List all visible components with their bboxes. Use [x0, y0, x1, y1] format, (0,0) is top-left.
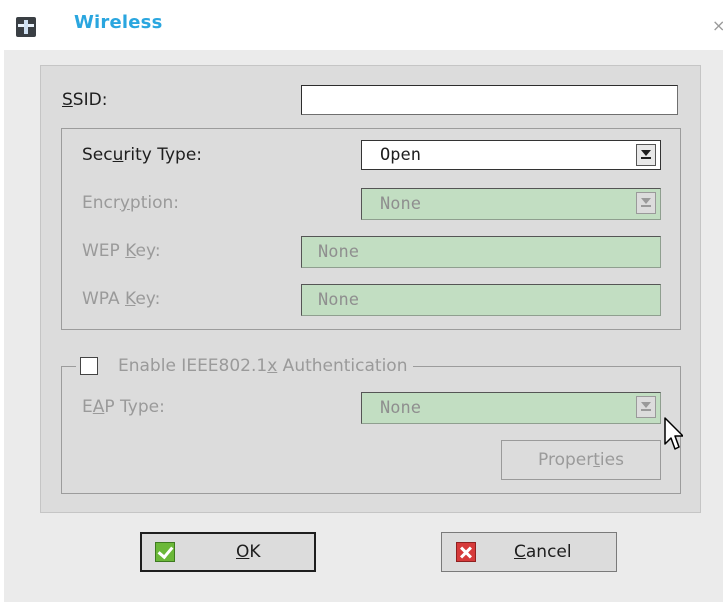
cancel-label: Cancel	[514, 542, 572, 562]
wep-key-label: WEP Key:	[82, 241, 161, 261]
cancel-button[interactable]: Cancel	[441, 532, 617, 572]
security-type-value: Open	[380, 145, 421, 165]
ssid-label: SSID:	[62, 90, 108, 110]
ok-button[interactable]: OK	[140, 532, 316, 572]
x-icon	[456, 542, 476, 562]
ok-label: OK	[236, 542, 261, 562]
security-type-select[interactable]: Open	[361, 140, 661, 170]
eap-enable-checkbox[interactable]	[80, 357, 98, 375]
check-icon	[155, 542, 175, 562]
window-title: Wireless	[74, 12, 163, 33]
network-icon	[16, 17, 36, 37]
chevron-down-icon[interactable]	[636, 144, 656, 166]
wep-key-field: None	[301, 236, 661, 268]
chevron-down-icon	[636, 396, 656, 418]
encryption-select: None	[361, 188, 661, 220]
security-type-label: Security Type:	[82, 145, 203, 165]
ssid-input[interactable]	[301, 85, 678, 115]
encryption-value: None	[380, 194, 421, 214]
eap-type-label: EAP Type:	[82, 397, 165, 417]
mouse-pointer-icon	[664, 417, 683, 450]
eap-enable-row: Enable IEEE802.1x Authentication	[76, 354, 414, 378]
chevron-down-icon	[636, 192, 656, 214]
properties-button: Properties	[501, 440, 661, 480]
wpa-key-label: WPA Key:	[82, 289, 161, 309]
eap-enable-label: Enable IEEE802.1x Authentication	[118, 356, 408, 376]
close-icon[interactable]: ×	[712, 16, 723, 35]
eap-type-value: None	[380, 398, 421, 418]
encryption-label: Encryption:	[82, 193, 180, 213]
wpa-key-field: None	[301, 284, 661, 316]
eap-type-select: None	[361, 392, 661, 424]
